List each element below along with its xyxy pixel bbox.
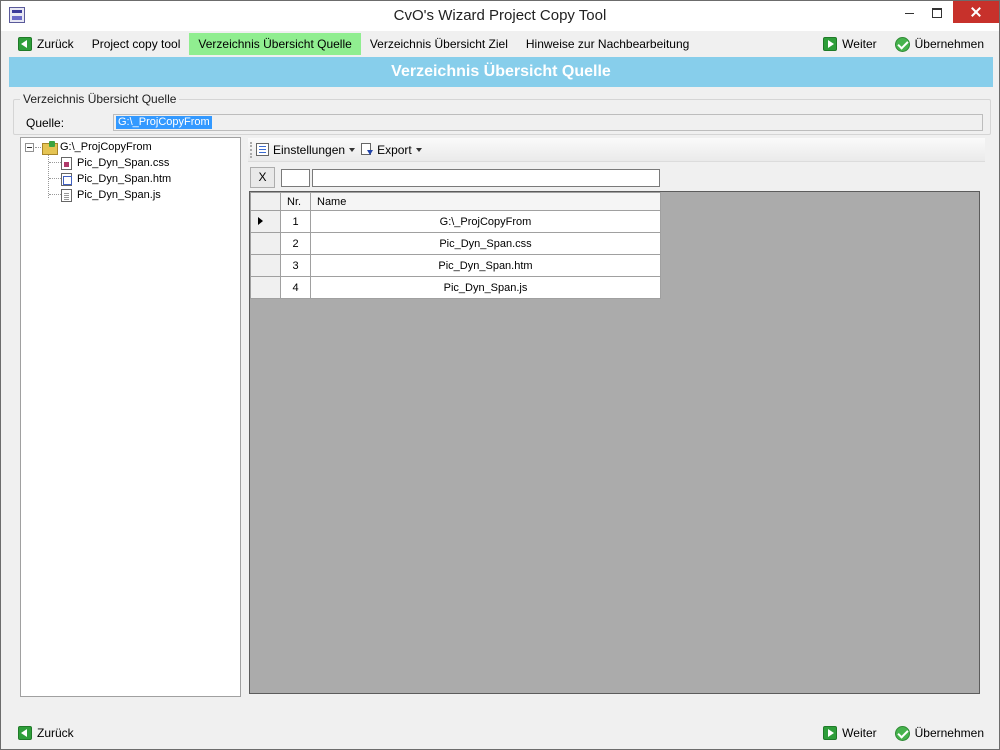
title-bar: CvO's Wizard Project Copy Tool [1,1,999,31]
back-label: Zurück [37,726,74,740]
apply-button[interactable]: Übernehmen [886,33,993,55]
apply-label: Übernehmen [914,726,984,740]
window-title: CvO's Wizard Project Copy Tool [393,7,607,24]
step-verzeichnis-quelle[interactable]: Verzeichnis Übersicht Quelle [189,33,361,55]
next-button[interactable]: Weiter [814,33,885,55]
table-row[interactable]: 1 G:\_ProjCopyFrom [250,210,661,233]
html-file-icon [61,172,72,186]
tree-root-label: G:\_ProjCopyFrom [60,141,152,153]
tree-item[interactable]: Pic_Dyn_Span.htm [61,171,171,187]
cell-name[interactable]: Pic_Dyn_Span.htm [310,254,661,277]
tree-item[interactable]: Pic_Dyn_Span.js [61,187,161,203]
next-button-bottom[interactable]: Weiter [814,722,885,744]
cell-nr[interactable]: 3 [280,254,311,277]
collapse-icon[interactable] [25,143,34,152]
grid-toolbar: Einstellungen Export [248,138,985,162]
grid-table: Nr. Name 1 G:\_ProjCopyFrom 2 Pic_Dyn_Sp… [250,192,661,299]
next-label: Weiter [842,37,877,51]
arrow-left-icon [18,726,32,740]
cell-name[interactable]: G:\_ProjCopyFrom [310,210,661,233]
arrow-right-icon [823,37,838,51]
step-project-copy-tool[interactable]: Project copy tool [83,33,190,55]
row-header[interactable] [250,254,281,277]
export-icon [361,142,374,157]
row-header[interactable] [250,210,281,233]
page-title: Verzeichnis Übersicht Quelle [9,57,993,87]
step-verzeichnis-ziel[interactable]: Verzeichnis Übersicht Ziel [361,33,517,55]
maximize-button[interactable] [923,1,951,23]
css-file-icon [61,156,72,170]
table-row[interactable]: 4 Pic_Dyn_Span.js [250,276,661,299]
table-row[interactable]: 2 Pic_Dyn_Span.css [250,232,661,255]
cell-nr[interactable]: 4 [280,276,311,299]
current-row-icon [258,216,263,225]
apply-button-bottom[interactable]: Übernehmen [886,722,993,744]
filter-nr-input[interactable] [281,169,310,187]
row-header[interactable] [250,232,281,255]
row-header[interactable] [250,276,281,299]
close-button[interactable] [953,1,999,23]
chevron-down-icon [415,147,422,152]
export-label: Export [377,142,412,157]
wizard-nav-top: Zurück Project copy tool Verzeichnis Übe… [9,32,993,56]
cell-name[interactable]: Pic_Dyn_Span.css [310,232,661,255]
chevron-down-icon [349,147,356,152]
back-button[interactable]: Zurück [9,33,83,55]
tree-item[interactable]: Pic_Dyn_Span.css [61,155,169,171]
cell-nr[interactable]: 2 [280,232,311,255]
js-file-icon [61,188,72,202]
settings-label: Einstellungen [273,142,346,157]
tree-root-node[interactable]: G:\_ProjCopyFrom [41,139,152,155]
data-grid[interactable]: Nr. Name 1 G:\_ProjCopyFrom 2 Pic_Dyn_Sp… [249,191,980,694]
toolbar-grip[interactable] [250,142,253,158]
arrow-left-icon [18,37,32,51]
settings-icon [256,143,269,156]
wizard-nav-bottom: Zurück Weiter Übernehmen [9,721,993,745]
minimize-button[interactable] [895,1,923,23]
table-row[interactable]: 3 Pic_Dyn_Span.htm [250,254,661,277]
filter-name-input[interactable] [312,169,660,187]
back-label: Zurück [37,37,74,51]
source-label: Quelle: [26,116,65,130]
row-header-corner[interactable] [250,192,281,211]
column-header-nr[interactable]: Nr. [280,192,311,211]
apply-label: Übernehmen [914,37,984,51]
directory-tree[interactable]: G:\_ProjCopyFrom Pic_Dyn_Span.css Pic_Dy… [20,137,241,697]
column-header-name[interactable]: Name [310,192,661,211]
tree-item-label: Pic_Dyn_Span.css [77,157,170,169]
source-path-value: G:\_ProjCopyFrom [116,116,212,129]
next-label: Weiter [842,726,877,740]
arrow-right-icon [823,726,838,740]
groupbox-legend: Verzeichnis Übersicht Quelle [20,92,180,106]
cell-name[interactable]: Pic_Dyn_Span.js [310,276,661,299]
clear-filter-button[interactable]: X [250,167,275,188]
source-path-field[interactable]: G:\_ProjCopyFrom [113,114,983,131]
tree-item-label: Pic_Dyn_Span.js [77,189,161,201]
app-window: CvO's Wizard Project Copy Tool Zurück Pr… [0,0,1000,750]
step-hinweise[interactable]: Hinweise zur Nachbearbeitung [517,33,698,55]
grid-header-row: Nr. Name [250,192,661,211]
tree-item-label: Pic_Dyn_Span.htm [77,173,172,185]
checkmark-icon [894,36,910,52]
folder-icon [41,141,58,155]
cell-nr[interactable]: 1 [280,210,311,233]
back-button-bottom[interactable]: Zurück [9,722,83,744]
export-dropdown[interactable]: Export [361,142,422,157]
settings-dropdown[interactable]: Einstellungen [256,142,356,157]
checkmark-icon [894,725,910,741]
